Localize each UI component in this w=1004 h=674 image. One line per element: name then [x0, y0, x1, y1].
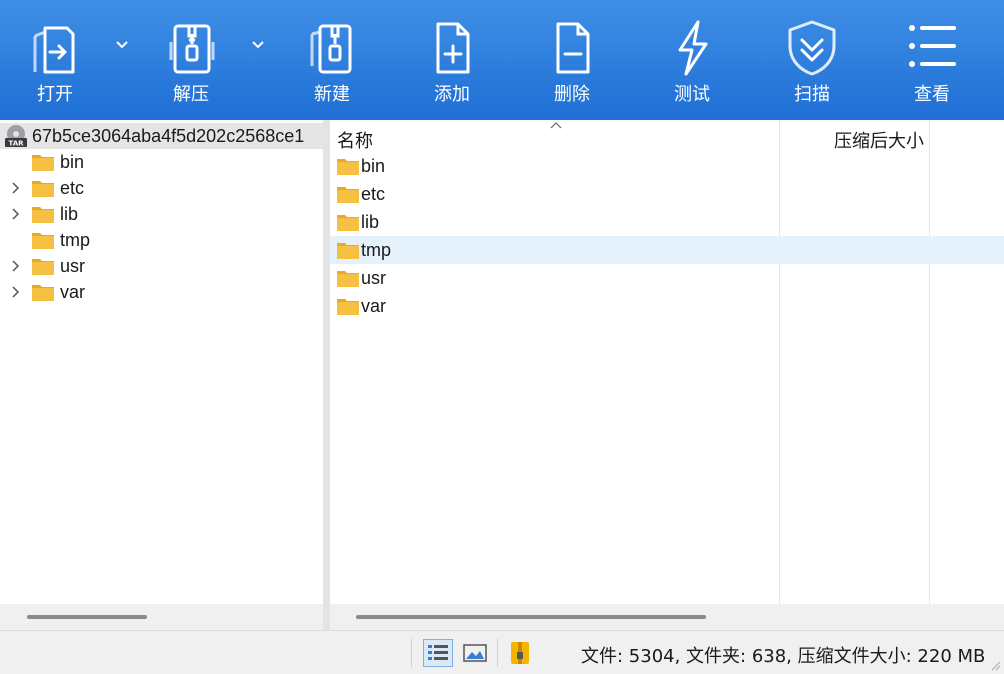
list-item-label: tmp — [361, 240, 392, 260]
view-label: 查看 — [914, 84, 950, 105]
tree-scrollbar-thumb[interactable] — [27, 615, 147, 619]
list-item-tmp[interactable]: tmp — [330, 236, 1004, 264]
shield-icon — [788, 20, 836, 76]
archive-info-icon[interactable] — [506, 640, 534, 666]
tree-item-label: bin — [60, 152, 85, 172]
add-label: 添加 — [434, 84, 470, 105]
tree-item-label: etc — [60, 178, 85, 198]
new-label: 新建 — [314, 84, 350, 105]
archive-status-text: 文件: 5304, 文件夹: 638, 压缩文件大小: 220 MB — [581, 646, 986, 667]
sort-ascending-icon — [550, 122, 562, 129]
add-button[interactable]: 添加 — [407, 0, 497, 120]
tar-archive-icon: TAR — [5, 125, 27, 148]
folder-icon — [337, 243, 359, 259]
tree-item-bin[interactable]: bin — [0, 149, 323, 175]
column-header-name[interactable]: 名称 — [337, 127, 373, 153]
folder-icon — [32, 155, 54, 171]
folder-icon — [32, 233, 54, 249]
tree-item-etc[interactable]: etc — [0, 175, 323, 201]
list-item-label: usr — [361, 268, 387, 288]
scan-label: 扫描 — [794, 84, 830, 105]
details-view-icon[interactable] — [423, 639, 453, 667]
folder-icon — [337, 187, 359, 203]
svg-text:TAR: TAR — [8, 140, 24, 148]
folder-icon — [337, 271, 359, 287]
test-label: 测试 — [674, 84, 710, 105]
list-item-etc[interactable]: etc — [330, 180, 1004, 208]
list-item-label: bin — [361, 156, 386, 176]
folder-icon — [32, 285, 54, 301]
menu-list-icon — [909, 25, 956, 67]
extract-button[interactable]: 解压 — [146, 0, 236, 120]
extract-zip-icon — [169, 24, 215, 74]
tree-item-var[interactable]: var — [0, 279, 323, 305]
column-header-compressed-size[interactable]: 压缩后大小 — [834, 127, 924, 153]
tree-item-lib[interactable]: lib — [0, 201, 323, 227]
status-bar: 文件: 5304, 文件夹: 638, 压缩文件大小: 220 MB — [0, 630, 1004, 674]
tree-item-label: usr — [60, 256, 86, 276]
open-dropdown-chevron-icon[interactable] — [114, 38, 130, 52]
open-icon — [33, 26, 75, 74]
thumbnail-view-icon[interactable] — [461, 640, 489, 666]
toolbar: 打开 解压 新建 添加 删除 测试 扫描 查看 — [0, 0, 1004, 120]
status-separator — [411, 639, 412, 667]
list-item-label: lib — [361, 212, 380, 232]
list-item-label: var — [361, 296, 387, 316]
chevron-right-icon[interactable] — [8, 259, 22, 273]
list-item-lib[interactable]: lib — [330, 208, 1004, 236]
chevron-right-icon[interactable] — [8, 181, 22, 195]
delete-label: 删除 — [554, 84, 590, 105]
tree-item-label: var — [60, 282, 86, 302]
open-button[interactable]: 打开 — [10, 0, 100, 120]
delete-button[interactable]: 删除 — [527, 0, 617, 120]
delete-file-icon — [556, 22, 590, 74]
file-list: 名称 压缩后大小 bin etc lib tmp usr var — [330, 120, 1004, 630]
tree-root-label: 67b5ce3064aba4f5d202c2568ce1 — [32, 125, 305, 146]
list-item-var[interactable]: var — [330, 292, 1004, 320]
new-button[interactable]: 新建 — [287, 0, 377, 120]
chevron-right-icon[interactable] — [8, 207, 22, 221]
new-archive-icon — [310, 24, 352, 74]
list-item-label: etc — [361, 184, 386, 204]
list-item-usr[interactable]: usr — [330, 264, 1004, 292]
tree-item-usr[interactable]: usr — [0, 253, 323, 279]
tree-horizontal-scrollbar[interactable] — [0, 604, 323, 630]
list-scrollbar-thumb[interactable] — [356, 615, 706, 619]
extract-dropdown-chevron-icon[interactable] — [250, 38, 266, 52]
tree-root-archive[interactable]: TAR 67b5ce3064aba4f5d202c2568ce1 — [0, 123, 323, 149]
resize-grip-icon[interactable] — [989, 659, 1001, 671]
folder-icon — [337, 299, 359, 315]
folder-icon — [32, 207, 54, 223]
folder-tree: TAR 67b5ce3064aba4f5d202c2568ce1 bin etc… — [0, 120, 323, 630]
open-label: 打开 — [37, 84, 73, 105]
pane-splitter[interactable] — [323, 120, 330, 630]
list-horizontal-scrollbar[interactable] — [330, 604, 1004, 630]
scan-button[interactable]: 扫描 — [767, 0, 857, 120]
view-button[interactable]: 查看 — [887, 0, 977, 120]
folder-icon — [337, 215, 359, 231]
tree-item-tmp[interactable]: tmp — [0, 227, 323, 253]
tree-item-label: tmp — [60, 230, 91, 250]
chevron-right-icon[interactable] — [8, 285, 22, 299]
lightning-icon — [678, 20, 708, 76]
folder-icon — [32, 259, 54, 275]
folder-icon — [32, 181, 54, 197]
status-separator — [497, 639, 498, 667]
folder-icon — [337, 159, 359, 175]
extract-label: 解压 — [173, 84, 209, 105]
list-item-bin[interactable]: bin — [330, 152, 1004, 180]
tree-item-label: lib — [60, 204, 79, 224]
test-button[interactable]: 测试 — [647, 0, 737, 120]
add-file-icon — [436, 22, 470, 74]
